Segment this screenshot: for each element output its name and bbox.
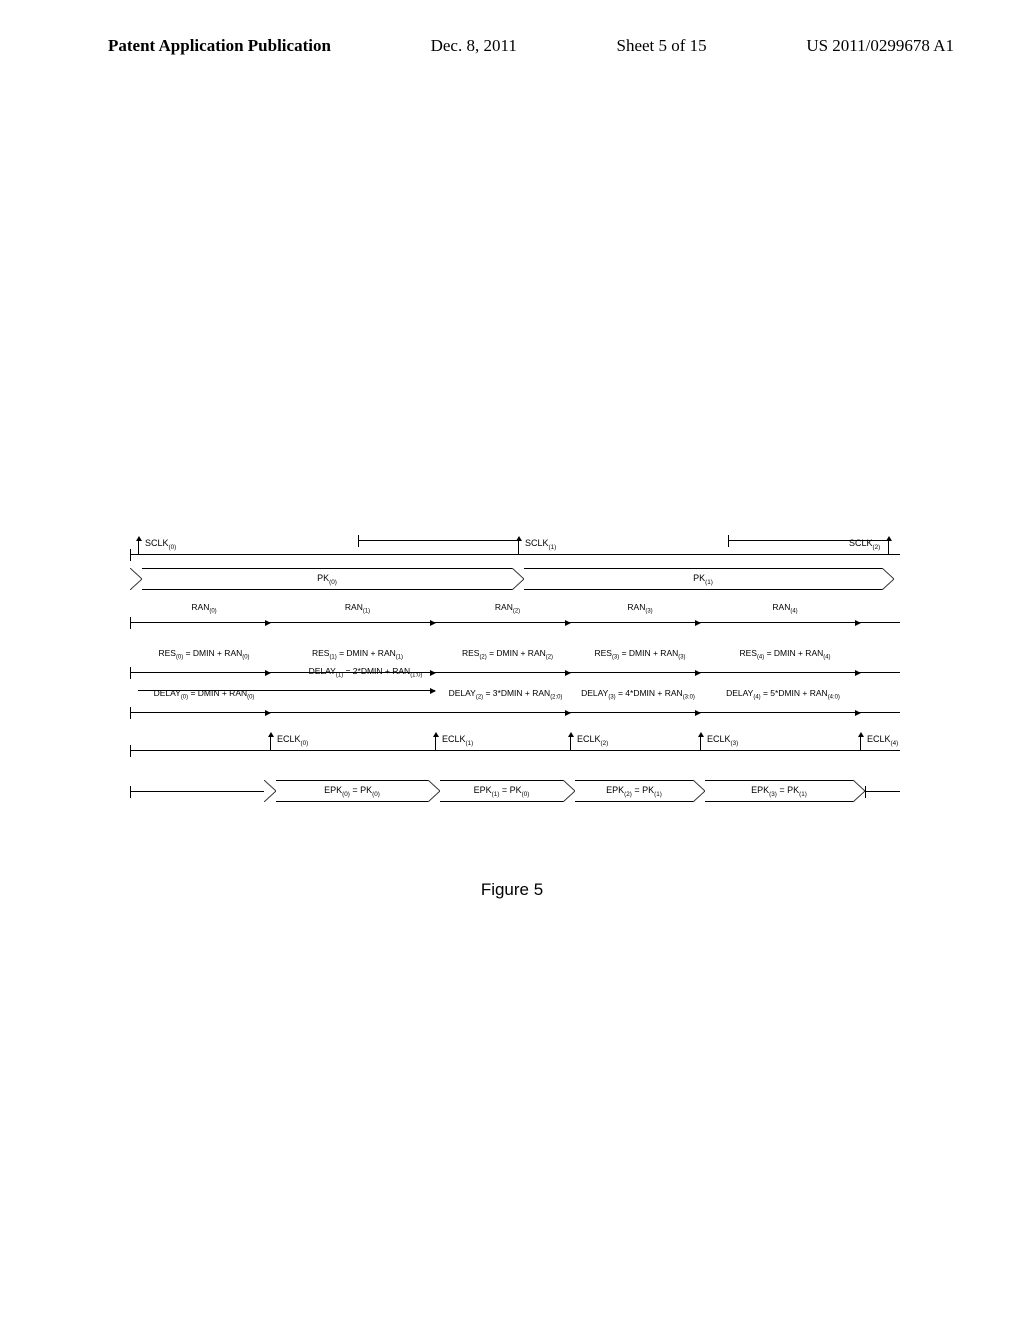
figure-caption: Figure 5 [0, 880, 1024, 900]
sclk-baseline [130, 554, 900, 555]
pk-seg-1: PK(1) [524, 568, 882, 590]
sclk-tick-0: SCLK(0) [138, 540, 139, 554]
page-header: Patent Application Publication Dec. 8, 2… [0, 0, 1024, 56]
res-label-1: RES(1) = DMIN + RAN(1) [280, 649, 435, 661]
eclk-tick-1: ECLK(1) [435, 736, 436, 750]
eclk-baseline [130, 750, 900, 751]
epk-wedge-3 [693, 780, 705, 802]
header-title: Patent Application Publication [108, 36, 331, 56]
epk-seg-1: EPK(1) = PK(0) [440, 780, 563, 802]
timing-diagram: SCLK(0) SCLK(1) SCLK(2) PK(0) PK(1) [130, 540, 900, 850]
ran-label-4: RAN(4) [710, 603, 860, 615]
pk-wedge-1 [512, 568, 524, 590]
epk-label-3: EPK(3) = PK(1) [751, 785, 807, 798]
sclk-label-1: SCLK(1) [525, 538, 556, 551]
eclk-label-2: ECLK(2) [577, 734, 608, 747]
delay-label-2: DELAY(2) = 3*DMIN + RAN(2:0) [443, 689, 568, 701]
delay-span-1: DELAY(1) = 2*DMIN + RAN(1:0) [138, 690, 435, 691]
sclk-tick-2: SCLK(2) [888, 540, 889, 554]
eclk-label-3: ECLK(3) [707, 734, 738, 747]
ran-label-0: RAN(0) [138, 603, 270, 615]
pk-row: PK(0) PK(1) [130, 568, 900, 590]
epk-seg-3: EPK(3) = PK(1) [705, 780, 853, 802]
res-span-0: RES(0) = DMIN + RAN(0) [138, 672, 270, 673]
res-span-4: RES(4) = DMIN + RAN(4) [710, 672, 860, 673]
ran-span-4: RAN(4) [710, 622, 860, 623]
sclk-label-0: SCLK(0) [145, 538, 176, 551]
delay-span-4: DELAY(4) = 5*DMIN + RAN(4:0) [138, 712, 860, 713]
res-label-0: RES(0) = DMIN + RAN(0) [138, 649, 270, 661]
ran-span-2: RAN(2) [445, 622, 570, 623]
epk-row: EPK(0) = PK(0) EPK(1) = PK(0) EPK(2) = P… [130, 780, 900, 802]
pk-seg-0: PK(0) [142, 568, 512, 590]
epk-label-2: EPK(2) = PK(1) [606, 785, 662, 798]
pk-label-0: PK(0) [317, 573, 337, 586]
ran-label-3: RAN(3) [580, 603, 700, 615]
eclk-tick-3: ECLK(3) [700, 736, 701, 750]
epk-tail [865, 791, 900, 792]
eclk-tick-0: ECLK(0) [270, 736, 271, 750]
eclk-label-0: ECLK(0) [277, 734, 308, 747]
res-label-2: RES(2) = DMIN + RAN(2) [445, 649, 570, 661]
sclk-tick-1: SCLK(1) [518, 540, 519, 554]
pk-wedge-0 [130, 568, 142, 590]
epk-seg-2: EPK(2) = PK(1) [575, 780, 693, 802]
ran-row: RAN(0) RAN(1) RAN(2) RAN(3) RAN(4) [130, 600, 900, 630]
epk-label-1: EPK(1) = PK(0) [474, 785, 530, 798]
delay-label-3: DELAY(3) = 4*DMIN + RAN(3:0) [578, 689, 698, 701]
sclk-high-1 [728, 540, 888, 541]
delay-row: DELAY(0) = DMIN + RAN(0) DELAY(1) = 2*DM… [130, 690, 900, 720]
eclk-label-1: ECLK(1) [442, 734, 473, 747]
ran-label-1: RAN(1) [280, 603, 435, 615]
epk-label-0: EPK(0) = PK(0) [324, 785, 380, 798]
ran-span-3: RAN(3) [580, 622, 700, 623]
res-span-2: RES(2) = DMIN + RAN(2) [445, 672, 570, 673]
res-label-4: RES(4) = DMIN + RAN(4) [710, 649, 860, 661]
epk-lead [130, 791, 264, 792]
res-span-3: RES(3) = DMIN + RAN(3) [580, 672, 700, 673]
figure: SCLK(0) SCLK(1) SCLK(2) PK(0) PK(1) [130, 540, 900, 850]
ran-span-1: RAN(1) [280, 622, 435, 623]
res-row: RES(0) = DMIN + RAN(0) RES(1) = DMIN + R… [130, 650, 900, 680]
pk-wedge-2 [882, 568, 894, 590]
pk-label-1: PK(1) [693, 573, 713, 586]
header-pubno: US 2011/0299678 A1 [806, 36, 954, 56]
sclk-high-0 [358, 540, 518, 541]
eclk-tick-2: ECLK(2) [570, 736, 571, 750]
epk-wedge-2 [563, 780, 575, 802]
eclk-tick-4: ECLK(4) [860, 736, 861, 750]
epk-seg-0: EPK(0) = PK(0) [276, 780, 428, 802]
delay-label-4: DELAY(4) = 5*DMIN + RAN(4:0) [708, 689, 858, 701]
header-date: Dec. 8, 2011 [431, 36, 517, 56]
header-sheet: Sheet 5 of 15 [616, 36, 706, 56]
epk-wedge-1 [428, 780, 440, 802]
page: Patent Application Publication Dec. 8, 2… [0, 0, 1024, 1320]
ran-label-2: RAN(2) [445, 603, 570, 615]
eclk-label-4: ECLK(4) [867, 734, 898, 747]
ran-span-0: RAN(0) [138, 622, 270, 623]
epk-wedge-0 [264, 780, 276, 802]
epk-wedge-4 [853, 780, 865, 802]
delay-label-1: DELAY(1) = 2*DMIN + RAN(1:0) [288, 667, 443, 679]
res-label-3: RES(3) = DMIN + RAN(3) [580, 649, 700, 661]
